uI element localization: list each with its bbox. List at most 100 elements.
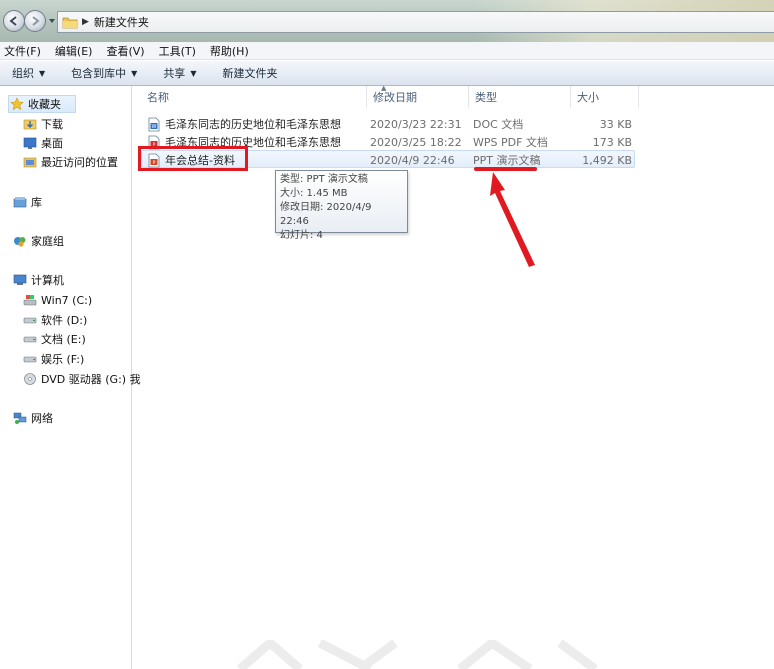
address-bar[interactable]: ▶ 新建文件夹 (57, 11, 774, 33)
file-type: WPS PDF 文档 (473, 136, 548, 149)
watermark-logo (237, 640, 598, 669)
file-name-cell: P 毛泽东同志的历史地位和毛泽东思想 (147, 133, 341, 151)
nav-drive-f-label: 娱乐 (F:) (41, 353, 85, 366)
file-name: 年会总结-资料 (165, 154, 235, 167)
nav-network-label: 网络 (31, 412, 53, 425)
column-header-date[interactable]: 修改日期 (367, 86, 469, 108)
nav-drive-d[interactable]: 软件 (D:) (22, 311, 87, 329)
tooltip-type: 类型: PPT 演示文稿 (280, 174, 368, 185)
dvd-drive-icon (22, 371, 38, 387)
organize-button[interactable]: 组织 ▼ (12, 65, 45, 81)
nav-computer[interactable]: 计算机 (12, 271, 64, 289)
doc-file-icon: W (147, 117, 161, 132)
nav-homegroup[interactable]: 家庭组 (12, 232, 64, 250)
nav-libraries[interactable]: 库 (12, 193, 42, 211)
organize-label: 组织 (12, 67, 34, 80)
nav-homegroup-label: 家庭组 (31, 235, 64, 248)
chevron-down-icon: ▼ (190, 68, 197, 78)
system-drive-icon (22, 292, 38, 308)
menu-edit[interactable]: 编辑(E) (55, 43, 93, 59)
column-header-size-label: 大小 (577, 91, 599, 104)
nav-downloads-label: 下载 (41, 118, 63, 131)
column-header-size[interactable]: 大小 (571, 86, 639, 108)
file-row[interactable]: W 毛泽东同志的历史地位和毛泽东思想 2020/3/23 22:31 DOC 文… (141, 115, 635, 133)
file-size: 1,492 KB (582, 153, 632, 167)
file-date: 2020/3/23 22:31 (370, 117, 462, 131)
file-row-selected[interactable]: P 年会总结-资料 2020/4/9 22:46 PPT 演示文稿 1,492 … (141, 150, 635, 168)
forward-button[interactable] (24, 10, 46, 32)
file-name: 毛泽东同志的历史地位和毛泽东思想 (165, 136, 341, 149)
nav-desktop-label: 桌面 (41, 137, 63, 150)
file-size: 33 KB (599, 117, 632, 131)
nav-network[interactable]: 网络 (12, 409, 53, 427)
include-in-library-button[interactable]: 包含到库中 ▼ (71, 65, 137, 81)
annotation-arrow-icon (490, 172, 535, 267)
nav-drive-f[interactable]: 娱乐 (F:) (22, 350, 84, 368)
nav-libraries-label: 库 (31, 196, 42, 209)
address-bar-area: ▶ 新建文件夹 (0, 0, 774, 42)
svg-text:P: P (153, 142, 156, 148)
share-button[interactable]: 共享 ▼ (163, 65, 196, 81)
breadcrumb-separator-icon[interactable]: ▶ (82, 17, 89, 27)
recent-places-icon (22, 154, 38, 170)
folder-icon (62, 17, 78, 28)
desktop-icon (22, 135, 38, 151)
file-type: DOC 文档 (473, 118, 524, 131)
file-size: 173 KB (592, 135, 632, 149)
breadcrumb-current-folder[interactable]: 新建文件夹 (94, 14, 149, 30)
recent-pages-dropdown-icon[interactable] (48, 17, 56, 25)
highlight-underline (474, 167, 537, 171)
menu-view[interactable]: 查看(V) (106, 43, 144, 59)
arrow-right-icon (32, 16, 40, 26)
nav-favorites-label: 收藏夹 (28, 98, 61, 111)
file-date: 2020/4/9 22:46 (370, 153, 455, 167)
menu-file[interactable]: 文件(F) (4, 43, 41, 59)
column-header-name[interactable]: 名称 (141, 86, 367, 108)
nav-favorites[interactable]: 收藏夹 (8, 95, 76, 113)
column-header-type[interactable]: 类型 (469, 86, 571, 108)
tooltip-modified: 修改日期: 2020/4/9 22:46 (280, 202, 372, 227)
computer-icon (12, 272, 28, 288)
nav-recent-places[interactable]: 最近访问的位置 (22, 153, 118, 171)
network-icon (12, 410, 28, 426)
back-button[interactable] (3, 10, 25, 32)
nav-drive-c-label: Win7 (C:) (41, 293, 93, 307)
homegroup-icon (12, 233, 28, 249)
nav-drive-g-label: DVD 驱动器 (G:) 我 (41, 373, 141, 386)
downloads-folder-icon (22, 116, 38, 132)
file-row[interactable]: P 毛泽东同志的历史地位和毛泽东思想 2020/3/25 18:22 WPS P… (141, 133, 635, 151)
column-header-name-label: 名称 (147, 91, 169, 104)
file-name: 毛泽东同志的历史地位和毛泽东思想 (165, 118, 341, 131)
nav-downloads[interactable]: 下载 (22, 115, 63, 133)
ppt-file-icon: P (147, 153, 161, 168)
column-header-row: 名称 ▲ 修改日期 类型 大小 (133, 84, 774, 108)
column-header-date-label: 修改日期 (373, 91, 417, 104)
nav-drive-c[interactable]: Win7 (C:) (22, 291, 92, 309)
tooltip-size: 大小: 1.45 MB (280, 188, 348, 199)
new-folder-button[interactable]: 新建文件夹 (222, 65, 277, 81)
tooltip-slides: 幻灯片: 4 (280, 230, 323, 241)
file-info-tooltip: 类型: PPT 演示文稿 大小: 1.45 MB 修改日期: 2020/4/9 … (275, 170, 408, 241)
drive-icon (22, 331, 38, 347)
chevron-down-icon: ▼ (39, 68, 46, 78)
file-name-cell: W 毛泽东同志的历史地位和毛泽东思想 (147, 115, 341, 133)
include-in-library-label: 包含到库中 (71, 67, 127, 80)
nav-desktop[interactable]: 桌面 (22, 134, 63, 152)
chevron-down-icon: ▼ (131, 68, 138, 78)
arrow-left-icon (9, 16, 17, 26)
share-label: 共享 (163, 67, 186, 80)
file-date: 2020/3/25 18:22 (370, 135, 462, 149)
nav-drive-e[interactable]: 文档 (E:) (22, 330, 86, 348)
nav-drive-e-label: 文档 (E:) (41, 333, 86, 346)
navigation-pane: 收藏夹 下载 桌面 最近访问的位置 库 家庭组 计算机 Win7 (C:) 软件… (0, 86, 141, 669)
nav-drive-g[interactable]: DVD 驱动器 (G:) 我 (22, 370, 141, 388)
svg-text:W: W (152, 124, 157, 130)
nav-recent-places-label: 最近访问的位置 (41, 156, 118, 169)
menu-help[interactable]: 帮助(H) (210, 43, 249, 59)
drive-icon (22, 312, 38, 328)
menu-bar: 文件(F) 编辑(E) 查看(V) 工具(T) 帮助(H) (0, 42, 774, 60)
new-folder-label: 新建文件夹 (222, 67, 278, 80)
column-header-type-label: 类型 (475, 91, 497, 104)
menu-tools[interactable]: 工具(T) (159, 43, 196, 59)
nav-drive-d-label: 软件 (D:) (41, 314, 88, 327)
